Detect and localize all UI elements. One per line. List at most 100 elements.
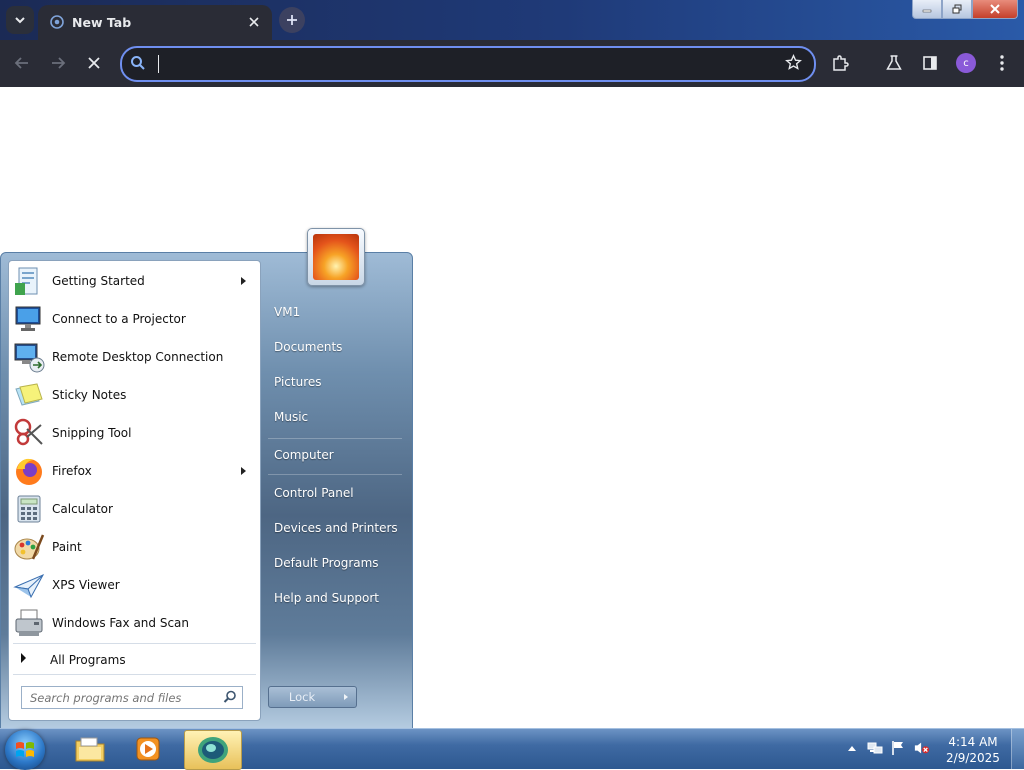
taskbar-clock[interactable]: 4:14 AM 2/9/2025	[944, 734, 1002, 766]
text-caret	[158, 55, 159, 73]
show-hidden-icons-button[interactable]	[844, 740, 860, 756]
taskbar-media-player[interactable]	[120, 730, 176, 768]
more-vertical-icon	[1000, 55, 1004, 71]
program-snipping-tool[interactable]: Snipping Tool	[11, 414, 258, 452]
arrow-left-icon	[14, 57, 28, 69]
calculator-icon	[17, 495, 41, 523]
restore-icon	[952, 4, 962, 14]
address-input[interactable]	[156, 54, 760, 76]
arrow-right-icon	[52, 57, 66, 69]
power-options-button[interactable]	[335, 686, 357, 708]
volume-muted-icon	[914, 742, 930, 754]
program-calculator[interactable]: Calculator	[11, 490, 258, 528]
start-link-devices-printers[interactable]: Devices and Printers	[264, 513, 404, 543]
tab-close-button[interactable]	[244, 12, 264, 32]
new-tab-button[interactable]	[279, 7, 305, 33]
start-menu-programs-pane: Getting Started Connect to a Projector R…	[8, 260, 261, 721]
fax-scan-icon	[15, 609, 43, 636]
start-link-control-panel[interactable]: Control Panel	[264, 478, 404, 508]
lock-button[interactable]: Lock	[268, 686, 336, 708]
start-link-music[interactable]: Music	[264, 402, 404, 432]
start-link-documents[interactable]: Documents	[264, 332, 404, 362]
start-button[interactable]	[5, 730, 45, 770]
side-panel-button[interactable]	[919, 52, 941, 74]
action-center-tray-icon[interactable]	[890, 740, 906, 756]
start-link-user[interactable]: VM1	[264, 297, 404, 327]
clock-date: 2/9/2025	[946, 751, 1000, 765]
chrome-favicon-icon	[50, 15, 64, 29]
separator	[13, 643, 256, 644]
close-icon	[249, 17, 259, 27]
program-getting-started[interactable]: Getting Started	[11, 262, 258, 300]
separator	[268, 474, 402, 475]
start-search-box[interactable]	[21, 686, 243, 709]
address-bar[interactable]	[120, 46, 816, 82]
clock-time: 4:14 AM	[948, 735, 998, 749]
extensions-button[interactable]	[829, 52, 851, 74]
forward-button[interactable]	[47, 52, 69, 74]
stop-loading-button[interactable]	[83, 52, 105, 74]
start-search-input[interactable]	[28, 689, 217, 707]
show-desktop-button[interactable]	[1011, 729, 1024, 769]
tab-new-tab[interactable]: New Tab	[38, 5, 272, 40]
separator	[13, 674, 256, 675]
browser-tabstrip: New Tab	[0, 0, 1024, 40]
program-connect-projector[interactable]: Connect to a Projector	[11, 300, 258, 338]
chevron-right-icon	[343, 694, 348, 700]
firefox-icon	[16, 458, 42, 485]
paint-icon	[14, 534, 45, 560]
start-link-computer[interactable]: Computer	[264, 440, 404, 470]
flask-icon	[886, 55, 902, 70]
program-remote-desktop[interactable]: Remote Desktop Connection	[11, 338, 258, 376]
profile-avatar[interactable]: c	[956, 53, 976, 73]
folder-icon	[75, 737, 105, 762]
program-fax-scan[interactable]: Windows Fax and Scan	[11, 604, 258, 642]
submenu-arrow-icon	[241, 467, 246, 475]
puzzle-icon	[833, 55, 849, 71]
window-controls	[912, 0, 1018, 19]
close-icon	[88, 57, 100, 69]
sticky-notes-icon	[15, 383, 43, 406]
program-firefox[interactable]: Firefox	[11, 452, 258, 490]
start-link-pictures[interactable]: Pictures	[264, 367, 404, 397]
remote-desktop-icon	[14, 343, 45, 373]
media-player-icon	[136, 737, 160, 761]
minimize-button[interactable]	[912, 0, 942, 19]
submenu-arrow-icon	[241, 277, 246, 285]
volume-tray-icon[interactable]	[914, 740, 930, 756]
windows-logo-icon	[16, 742, 34, 757]
plus-icon	[287, 15, 297, 25]
close-window-button[interactable]	[972, 0, 1018, 19]
search-icon	[131, 56, 145, 70]
back-button[interactable]	[11, 52, 33, 74]
tab-title: New Tab	[72, 15, 132, 30]
flag-icon	[892, 741, 903, 755]
all-programs-button[interactable]: All Programs	[11, 646, 258, 672]
xps-viewer-icon	[13, 573, 45, 599]
side-panel-icon	[923, 56, 937, 70]
taskbar-chrome[interactable]	[184, 730, 242, 770]
snipping-tool-icon	[14, 418, 43, 446]
labs-button[interactable]	[883, 52, 905, 74]
taskbar-explorer[interactable]	[62, 730, 118, 768]
minimize-icon	[922, 9, 932, 13]
expand-arrow-icon	[21, 653, 26, 663]
user-account-picture[interactable]	[307, 228, 365, 286]
program-xps-viewer[interactable]: XPS Viewer	[11, 566, 258, 604]
program-sticky-notes[interactable]: Sticky Notes	[11, 376, 258, 414]
separator	[268, 438, 402, 439]
network-tray-icon[interactable]	[867, 740, 883, 756]
bookmark-star-icon[interactable]	[785, 54, 802, 71]
start-link-help-support[interactable]: Help and Support	[264, 583, 404, 613]
flower-picture-icon	[313, 234, 359, 280]
network-icon	[867, 742, 883, 754]
program-paint[interactable]: Paint	[11, 528, 258, 566]
browser-toolbar: c	[0, 40, 1024, 87]
chevron-up-icon	[848, 746, 856, 751]
restore-button[interactable]	[942, 0, 972, 19]
taskbar: 4:14 AM 2/9/2025	[0, 728, 1024, 770]
start-link-default-programs[interactable]: Default Programs	[264, 548, 404, 578]
chrome-menu-button[interactable]	[991, 52, 1013, 74]
tab-search-button[interactable]	[6, 6, 34, 34]
close-icon	[990, 4, 1000, 14]
